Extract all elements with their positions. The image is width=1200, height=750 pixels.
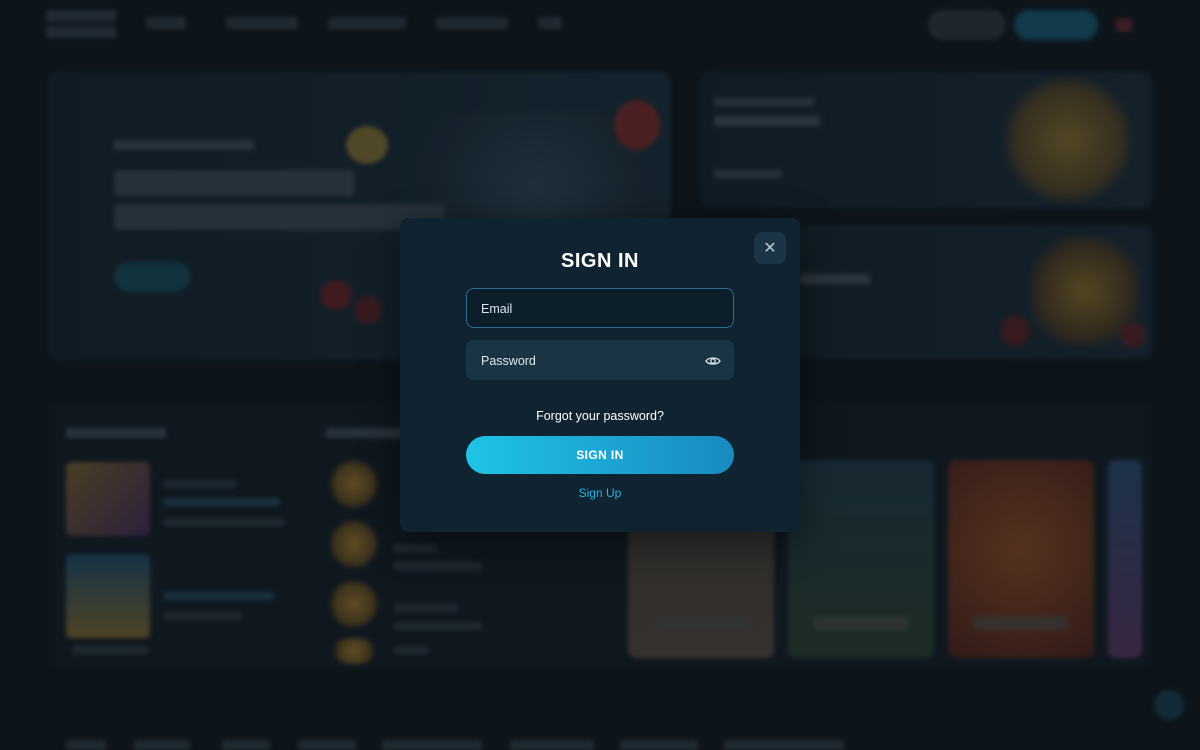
password-input[interactable] bbox=[481, 342, 719, 380]
sign-in-modal: ✕ SIGN IN Forgot your password? SIGN IN … bbox=[400, 218, 800, 532]
email-input[interactable] bbox=[481, 290, 719, 328]
sign-in-button[interactable]: SIGN IN bbox=[466, 436, 734, 474]
eye-icon[interactable] bbox=[705, 353, 721, 369]
sign-up-link[interactable]: Sign Up bbox=[400, 486, 800, 500]
modal-title: SIGN IN bbox=[561, 250, 639, 272]
email-field[interactable] bbox=[466, 288, 734, 328]
password-field[interactable] bbox=[466, 340, 734, 380]
forgot-password-link[interactable]: Forgot your password? bbox=[400, 409, 800, 423]
